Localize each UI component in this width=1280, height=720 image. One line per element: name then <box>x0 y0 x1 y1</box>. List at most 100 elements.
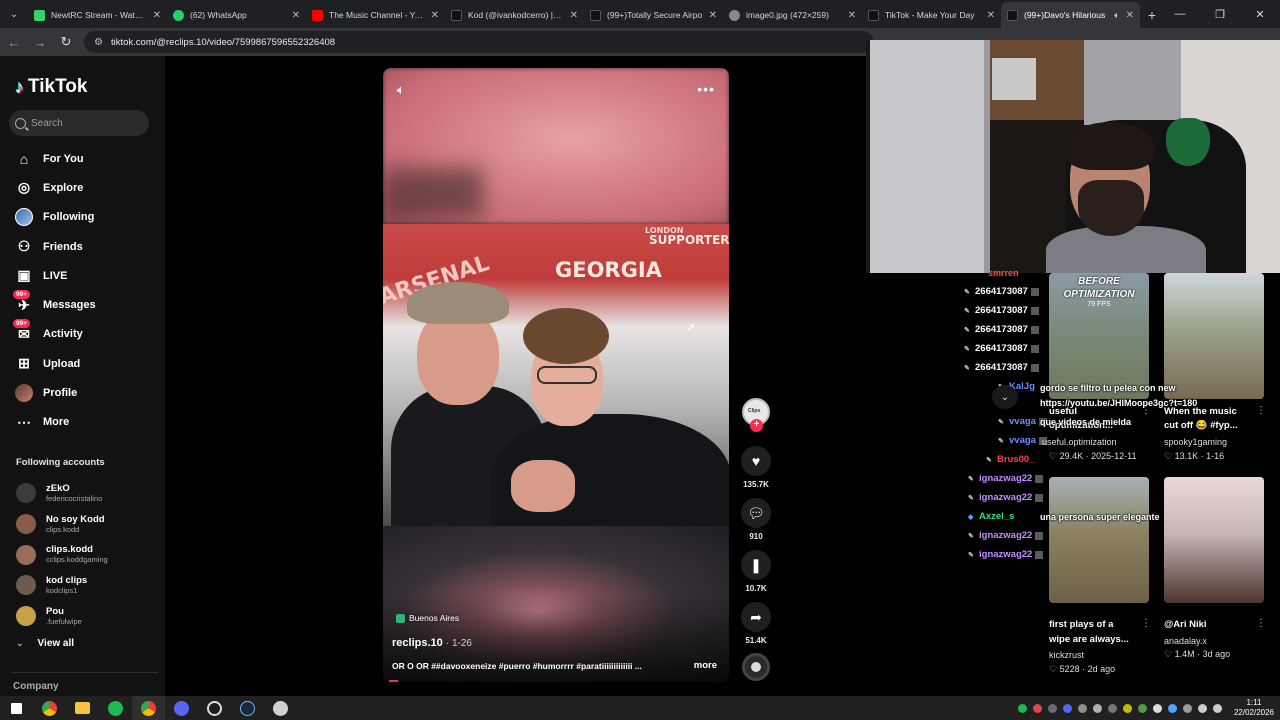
tab-search-icon[interactable]: ⌄ <box>0 0 28 28</box>
tray-icon[interactable] <box>1122 703 1132 713</box>
nav-profile[interactable]: Profile <box>0 378 165 407</box>
chrome-icon[interactable] <box>33 696 66 720</box>
video-player[interactable]: ARSENAL GEORGIA SUPPORTERS LONDON 🔈︎ •••… <box>383 68 729 682</box>
site-info-icon[interactable]: ⚙ <box>94 37 103 48</box>
nav-activity[interactable]: ✉ 99+ Activity <box>0 319 165 349</box>
nav-messages[interactable]: ✈ 99+ Messages <box>0 290 165 319</box>
nav-explore[interactable]: ◎ Explore <box>0 173 165 202</box>
tile-title[interactable]: first plays of a <box>1049 618 1113 632</box>
speaker-icon[interactable]: 🔈︎ <box>1114 10 1119 21</box>
nav-following[interactable]: Following <box>0 203 165 232</box>
tray-icon[interactable] <box>1062 703 1072 713</box>
discord-icon[interactable] <box>165 696 198 720</box>
close-tab-icon[interactable]: ✕ <box>1126 10 1134 21</box>
close-tab-icon[interactable]: ✕ <box>431 10 439 21</box>
search-input[interactable]: Search <box>9 110 149 136</box>
tile-username[interactable]: spooky1gaming <box>1164 437 1227 447</box>
minimize-icon[interactable]: — <box>1160 0 1200 28</box>
start-icon[interactable] <box>0 696 33 720</box>
address-bar[interactable]: ⚙ tiktok.com/@reclips.10/video/759986759… <box>84 31 874 53</box>
browser-tab[interactable]: NewtRC Stream - Watch L ✕ <box>28 2 167 28</box>
more-options-icon[interactable]: ••• <box>697 81 715 97</box>
tray-icon[interactable] <box>1182 703 1192 713</box>
browser-tab[interactable]: (99+)Totally Secure Airpo ✕ <box>584 2 723 28</box>
app-icon[interactable] <box>264 696 297 720</box>
video-tile[interactable] <box>1164 477 1264 603</box>
back-icon[interactable]: ← <box>2 30 26 54</box>
tile-username[interactable]: kickzrust <box>1049 650 1084 660</box>
tray-icon[interactable] <box>1167 703 1177 713</box>
tile-username[interactable]: anadalay.x <box>1164 636 1207 646</box>
webcam-overlay <box>866 40 1280 273</box>
tray-icon[interactable] <box>1047 703 1057 713</box>
close-tab-icon[interactable]: ✕ <box>848 10 856 21</box>
nav-for-you[interactable]: ⌂ For You <box>0 144 165 173</box>
spotify-tray-icon[interactable] <box>1017 703 1027 713</box>
forward-icon[interactable]: → <box>28 30 52 54</box>
tray-icon[interactable] <box>1152 703 1162 713</box>
chrome-active-icon[interactable] <box>132 696 165 720</box>
save-action[interactable]: ❚ 10.7K <box>738 550 774 593</box>
close-tab-icon[interactable]: ✕ <box>153 10 161 21</box>
tray-icon[interactable] <box>1032 703 1042 713</box>
video-author[interactable]: reclips.10 · 1-26 <box>392 637 472 649</box>
browser-tab-active[interactable]: (99+)Davo's Hilarious 🔈︎ ✕ <box>1001 2 1140 28</box>
browser-tab[interactable]: TikTok - Make Your Day ✕ <box>862 2 1001 28</box>
tray-icon[interactable] <box>1107 703 1117 713</box>
scroll-down-button[interactable]: ⌄ <box>992 385 1018 409</box>
following-account[interactable]: clips.kodd cclips.koddgaming <box>16 539 161 570</box>
nav-friends[interactable]: ⚇ Friends <box>0 232 165 261</box>
follow-button[interactable]: + <box>750 419 763 432</box>
video-tile[interactable] <box>1164 273 1264 399</box>
spotify-icon[interactable] <box>99 696 132 720</box>
company-link[interactable]: Company <box>13 681 59 692</box>
clock[interactable]: 1:11 22/02/2026 <box>1234 698 1274 718</box>
caption-more-link[interactable]: more <box>694 660 717 671</box>
video-tile[interactable]: BEFORE OPTIMIZATION 79 FPS <box>1049 273 1149 399</box>
browser-tab[interactable]: The Music Channel - YouT ✕ <box>306 2 445 28</box>
nav-upload[interactable]: ⊞ Upload <box>0 349 165 378</box>
tile-title[interactable]: @Ari Niki <box>1164 618 1207 632</box>
close-tab-icon[interactable]: ✕ <box>709 10 717 21</box>
tile-title[interactable]: wipe are always... <box>1049 633 1129 647</box>
nav-live[interactable]: ▣ LIVE <box>0 261 165 290</box>
more-options-icon[interactable]: ⋮ <box>1256 405 1266 416</box>
close-window-icon[interactable]: ✕ <box>1240 0 1280 28</box>
close-tab-icon[interactable]: ✕ <box>570 10 578 21</box>
view-all-button[interactable]: ⌄ View all <box>16 638 74 649</box>
following-account[interactable]: No soy Kodd clips.kodd <box>16 509 161 540</box>
following-account[interactable]: kod clips kodclips1 <box>16 570 161 601</box>
video-tile[interactable] <box>1049 477 1149 603</box>
music-disc-icon[interactable] <box>742 653 770 681</box>
network-icon[interactable] <box>1197 703 1207 713</box>
tray-icon[interactable] <box>1077 703 1087 713</box>
tray-icon[interactable] <box>1092 703 1102 713</box>
tile-username[interactable]: useful.optimization <box>1042 437 1117 447</box>
close-tab-icon[interactable]: ✕ <box>292 10 300 21</box>
obs-icon[interactable] <box>198 696 231 720</box>
volume-tray-icon[interactable] <box>1212 703 1222 713</box>
share-action[interactable]: ➦ 51.4K <box>738 602 774 645</box>
like-action[interactable]: ♥ 135.7K <box>738 446 774 489</box>
reload-icon[interactable]: ↻ <box>54 30 78 54</box>
tile-title[interactable]: cut off 😂 #fyp... <box>1164 419 1238 433</box>
tiktok-logo[interactable]: ♪ TikTok <box>15 76 87 98</box>
tray-icon[interactable] <box>1137 703 1147 713</box>
browser-tab[interactable]: Kod (@ivankodcerro) | Tik ✕ <box>445 2 584 28</box>
comment-action[interactable]: 💬︎ 910 <box>738 498 774 541</box>
more-options-icon[interactable]: ⋮ <box>1141 618 1151 629</box>
more-options-icon[interactable]: ⋮ <box>1256 618 1266 629</box>
location-tag[interactable]: Buenos Aires <box>396 613 460 623</box>
browser-tab[interactable]: image0.jpg (472×259) ✕ <box>723 2 862 28</box>
close-tab-icon[interactable]: ✕ <box>987 10 995 21</box>
nav-more[interactable]: ⋯ More <box>0 408 165 437</box>
volume-icon[interactable]: 🔈︎ <box>397 82 413 98</box>
chat-username: smrren <box>988 268 1019 278</box>
following-account[interactable]: zEkO federicocristalino <box>16 478 161 509</box>
video-progress-bar[interactable] <box>389 680 398 682</box>
restore-icon[interactable]: ❐ <box>1200 0 1240 28</box>
file-explorer-icon[interactable] <box>66 696 99 720</box>
steam-icon[interactable] <box>231 696 264 720</box>
browser-tab[interactable]: (62) WhatsApp ✕ <box>167 2 306 28</box>
following-account[interactable]: Pou .fuefulwipe <box>16 601 161 632</box>
